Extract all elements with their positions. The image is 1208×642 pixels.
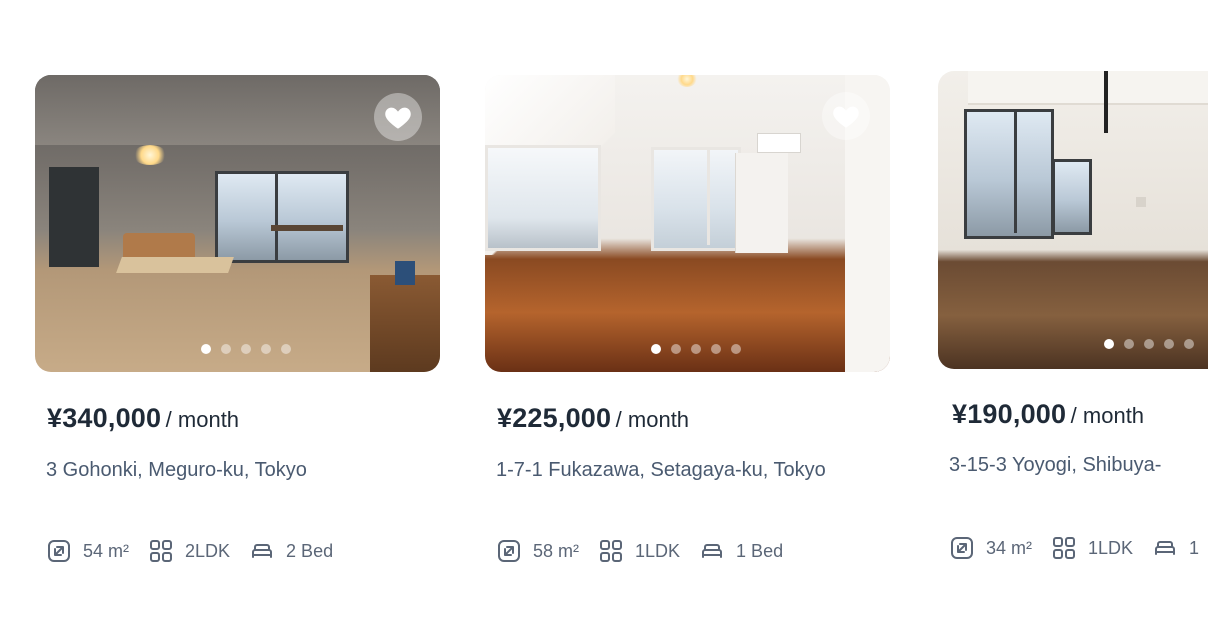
photo-pagination [938, 339, 1208, 349]
pagination-dot[interactable] [221, 344, 231, 354]
spec-layout: 1LDK [599, 539, 680, 563]
spec-area: 54 m² [47, 539, 129, 563]
pagination-dot[interactable] [241, 344, 251, 354]
spec-layout: 2LDK [149, 539, 230, 563]
favorite-button[interactable] [374, 93, 422, 141]
listing-photo[interactable] [35, 75, 440, 372]
spec-area-value: 58 m² [533, 540, 580, 561]
spec-layout: 1LDK [1052, 536, 1133, 560]
area-expand-icon [48, 540, 70, 562]
area-expand-icon [498, 540, 520, 562]
price-period: / month [615, 407, 690, 432]
price-period: / month [1070, 403, 1145, 428]
pagination-dot[interactable] [651, 344, 661, 354]
pagination-dot[interactable] [691, 344, 701, 354]
pagination-dot[interactable] [731, 344, 741, 354]
spec-beds: 1 Bed [700, 539, 783, 563]
heart-icon [385, 107, 411, 129]
spec-layout-value: 1LDK [635, 540, 681, 561]
bed-icon [252, 544, 273, 558]
address: 3-15-3 Yoyogi, Shibuya- [949, 454, 1162, 476]
pagination-dot[interactable] [281, 344, 291, 354]
price: ¥340,000 [47, 403, 162, 433]
floor-plan-icon [600, 540, 623, 562]
price-line: ¥225,000 / month [497, 403, 689, 434]
spec-area-value: 34 m² [986, 537, 1033, 558]
price-period: / month [165, 407, 240, 432]
heart-icon [833, 106, 859, 128]
spec-area: 58 m² [497, 539, 579, 563]
listing-photo[interactable] [485, 75, 890, 372]
photo-pagination [35, 344, 440, 354]
spec-beds-value: 1 Bed [736, 540, 784, 561]
listing-photo[interactable] [938, 71, 1208, 369]
spec-beds-value: 1 [1189, 537, 1200, 558]
spec-area-value: 54 m² [83, 540, 130, 561]
pagination-dot[interactable] [261, 344, 271, 354]
area-expand-icon [951, 537, 973, 559]
spec-beds-value: 2 Bed [286, 540, 334, 561]
specs-row: 54 m² 2LDK 2 Bed [47, 539, 353, 563]
address: 3 Gohonki, Meguro-ku, Tokyo [46, 459, 307, 481]
pagination-dot[interactable] [671, 344, 681, 354]
favorite-button[interactable] [822, 92, 870, 140]
specs-row: 34 m² 1LDK 1 [950, 536, 1208, 560]
pagination-dot[interactable] [711, 344, 721, 354]
listing-card[interactable]: ¥225,000 / month 1-7-1 Fukazawa, Setagay… [485, 75, 890, 562]
pagination-dot[interactable] [1104, 339, 1114, 349]
floor-plan-icon [1053, 537, 1076, 559]
pagination-dot[interactable] [1184, 339, 1194, 349]
specs-row: 58 m² 1LDK 1 Bed [497, 539, 803, 563]
pagination-dot[interactable] [1144, 339, 1154, 349]
price: ¥225,000 [497, 403, 612, 433]
pagination-dot[interactable] [1124, 339, 1134, 349]
photo-pagination [485, 344, 890, 354]
spec-beds: 2 Bed [250, 539, 333, 563]
price-line: ¥340,000 / month [47, 403, 239, 434]
address: 1-7-1 Fukazawa, Setagaya-ku, Tokyo [496, 459, 826, 481]
spec-layout-value: 2LDK [185, 540, 231, 561]
pagination-dot[interactable] [1164, 339, 1174, 349]
listing-card[interactable]: ¥190,000 / month 3-15-3 Yoyogi, Shibuya-… [938, 71, 1208, 559]
listing-card[interactable]: ¥340,000 / month 3 Gohonki, Meguro-ku, T… [35, 75, 440, 562]
price-line: ¥190,000 / month [952, 399, 1144, 430]
spec-area: 34 m² [950, 536, 1032, 560]
spec-layout-value: 1LDK [1088, 537, 1134, 558]
pagination-dot[interactable] [201, 344, 211, 354]
floor-plan-icon [150, 540, 173, 562]
price: ¥190,000 [952, 399, 1067, 429]
bed-icon [702, 544, 723, 558]
bed-icon [1155, 541, 1176, 555]
spec-beds: 1 [1153, 536, 1199, 560]
